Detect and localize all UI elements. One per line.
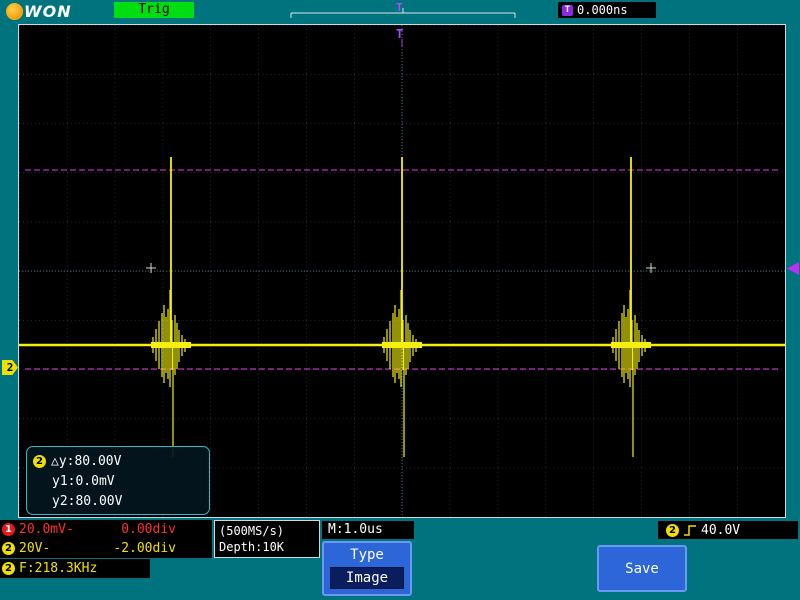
channel2-offset: -2.00div: [113, 541, 176, 556]
waveform-plot: T: [19, 25, 785, 517]
trigger-level-arrow-icon[interactable]: [787, 262, 799, 275]
trigger-status-indicator: Trig: [114, 2, 194, 18]
frequency-readout: 2 F:218.3KHz: [0, 559, 150, 578]
channel2-badge: 2: [2, 542, 15, 555]
oscilloscope-screen: WON Trig T T 0.000ns T 2 2 △y:80.00V y1:…: [0, 0, 800, 600]
trigger-t-icon: T: [562, 4, 573, 16]
channel2-badge: 2: [2, 562, 15, 575]
trigger-time-value: 0.000ns: [577, 3, 628, 17]
channel2-position-marker[interactable]: 2: [2, 360, 18, 375]
trigger-level-value: 40.0V: [701, 522, 741, 538]
save-button-label: Save: [625, 560, 659, 577]
acquisition-info-panel: (500MS/s) Depth:10K: [214, 520, 320, 558]
sample-rate-value: (500MS/s): [219, 524, 285, 538]
channel1-settings-row: 1 20.0mV- 0.00div: [0, 520, 212, 539]
channel-settings-panel: 1 20.0mV- 0.00div 2 20V- -2.00div: [0, 520, 212, 558]
owon-logo-icon: [6, 3, 23, 20]
trigger-time-readout: T 0.000ns: [558, 2, 656, 18]
save-button[interactable]: Save: [597, 545, 687, 592]
type-button-label: Type: [350, 547, 384, 563]
type-button[interactable]: Type Image: [322, 541, 412, 596]
channel1-offset: 0.00div: [121, 522, 176, 537]
brand-text: WON: [24, 2, 72, 21]
channel2-badge: 2: [33, 454, 46, 468]
rising-edge-icon: [684, 524, 696, 536]
channel2-badge: 2: [666, 523, 679, 537]
type-button-value: Image: [330, 567, 404, 589]
channel2-settings-row: 2 20V- -2.00div: [0, 539, 212, 558]
channel1-scale: 20.0mV-: [19, 522, 74, 537]
trigger-level-readout: 2 40.0V: [658, 521, 798, 539]
cursor-delta-y-value: △y:80.00V: [51, 453, 122, 469]
owon-logo: WON: [6, 2, 72, 21]
cursor-y2-value: y2:80.00V: [52, 493, 123, 509]
memory-depth-value: Depth:10K: [219, 540, 285, 554]
channel1-badge: 1: [2, 523, 15, 536]
timebase-readout: M:1.0us: [322, 521, 414, 539]
channel2-scale: 20V-: [19, 541, 51, 556]
trigger-position-t-marker: T: [396, 27, 403, 41]
graticule-area: T: [18, 24, 786, 518]
horizontal-position-ruler: T: [290, 1, 516, 18]
cursor-measurement-panel: 2 △y:80.00V y1:0.0mV y2:80.00V: [26, 446, 210, 515]
frequency-value: F:218.3KHz: [19, 561, 98, 576]
ruler-trigger-position-marker: T: [396, 1, 403, 14]
cursor-y1-value: y1:0.0mV: [52, 473, 115, 489]
